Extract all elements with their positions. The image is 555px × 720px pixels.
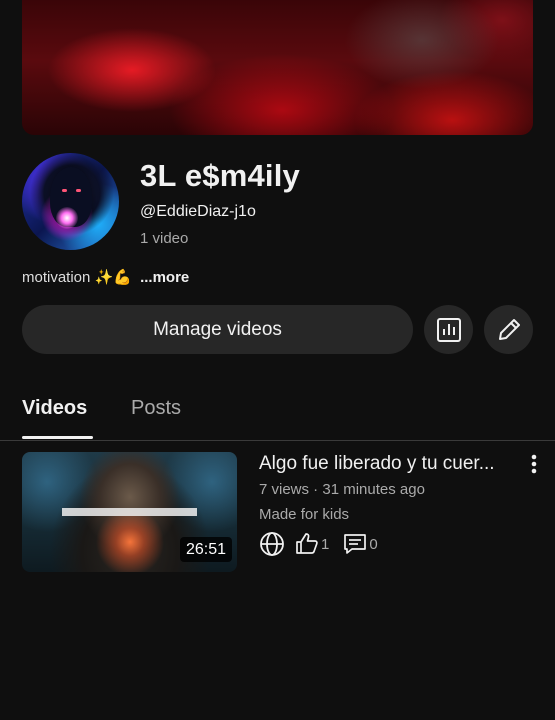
tab-selected-indicator <box>22 436 93 439</box>
analytics-button[interactable] <box>424 305 473 354</box>
video-title[interactable]: Algo fue liberado y tu cuer... <box>259 453 495 475</box>
description-text: motivation ✨💪 <box>22 269 132 286</box>
comment-icon <box>343 532 367 556</box>
thumbnail-text-band <box>62 508 197 516</box>
video-stats: 1 0 <box>259 531 378 557</box>
comments-count: 0 <box>369 535 378 553</box>
tab-posts[interactable]: Posts <box>131 397 181 420</box>
globe-icon <box>259 531 285 557</box>
audience-label: Made for kids <box>259 506 350 523</box>
thumbs-up-icon <box>295 532 319 556</box>
likes-count: 1 <box>321 535 330 553</box>
video-meta: 7 views · 31 minutes ago <box>259 481 425 498</box>
video-duration-badge: 26:51 <box>180 537 233 562</box>
channel-banner <box>22 0 533 135</box>
more-link[interactable]: ...more <box>140 269 189 286</box>
manage-videos-button[interactable]: Manage videos <box>22 305 413 354</box>
avatar-eye <box>76 189 81 192</box>
video-count: 1 video <box>140 230 189 247</box>
channel-handle: @EddieDiaz-j1o <box>140 203 256 220</box>
avatar-eye <box>62 189 67 192</box>
channel-avatar[interactable] <box>22 153 119 250</box>
more-options-icon[interactable] <box>524 453 544 477</box>
bar-chart-icon <box>436 317 462 343</box>
channel-description[interactable]: motivation ✨💪 ...more <box>22 268 189 286</box>
tabs-divider <box>0 440 555 441</box>
tab-videos[interactable]: Videos <box>22 397 87 420</box>
channel-name: 3L e$m4ily <box>140 158 300 193</box>
edit-channel-button[interactable] <box>484 305 533 354</box>
pencil-icon <box>496 317 522 343</box>
avatar-orb <box>56 207 78 229</box>
